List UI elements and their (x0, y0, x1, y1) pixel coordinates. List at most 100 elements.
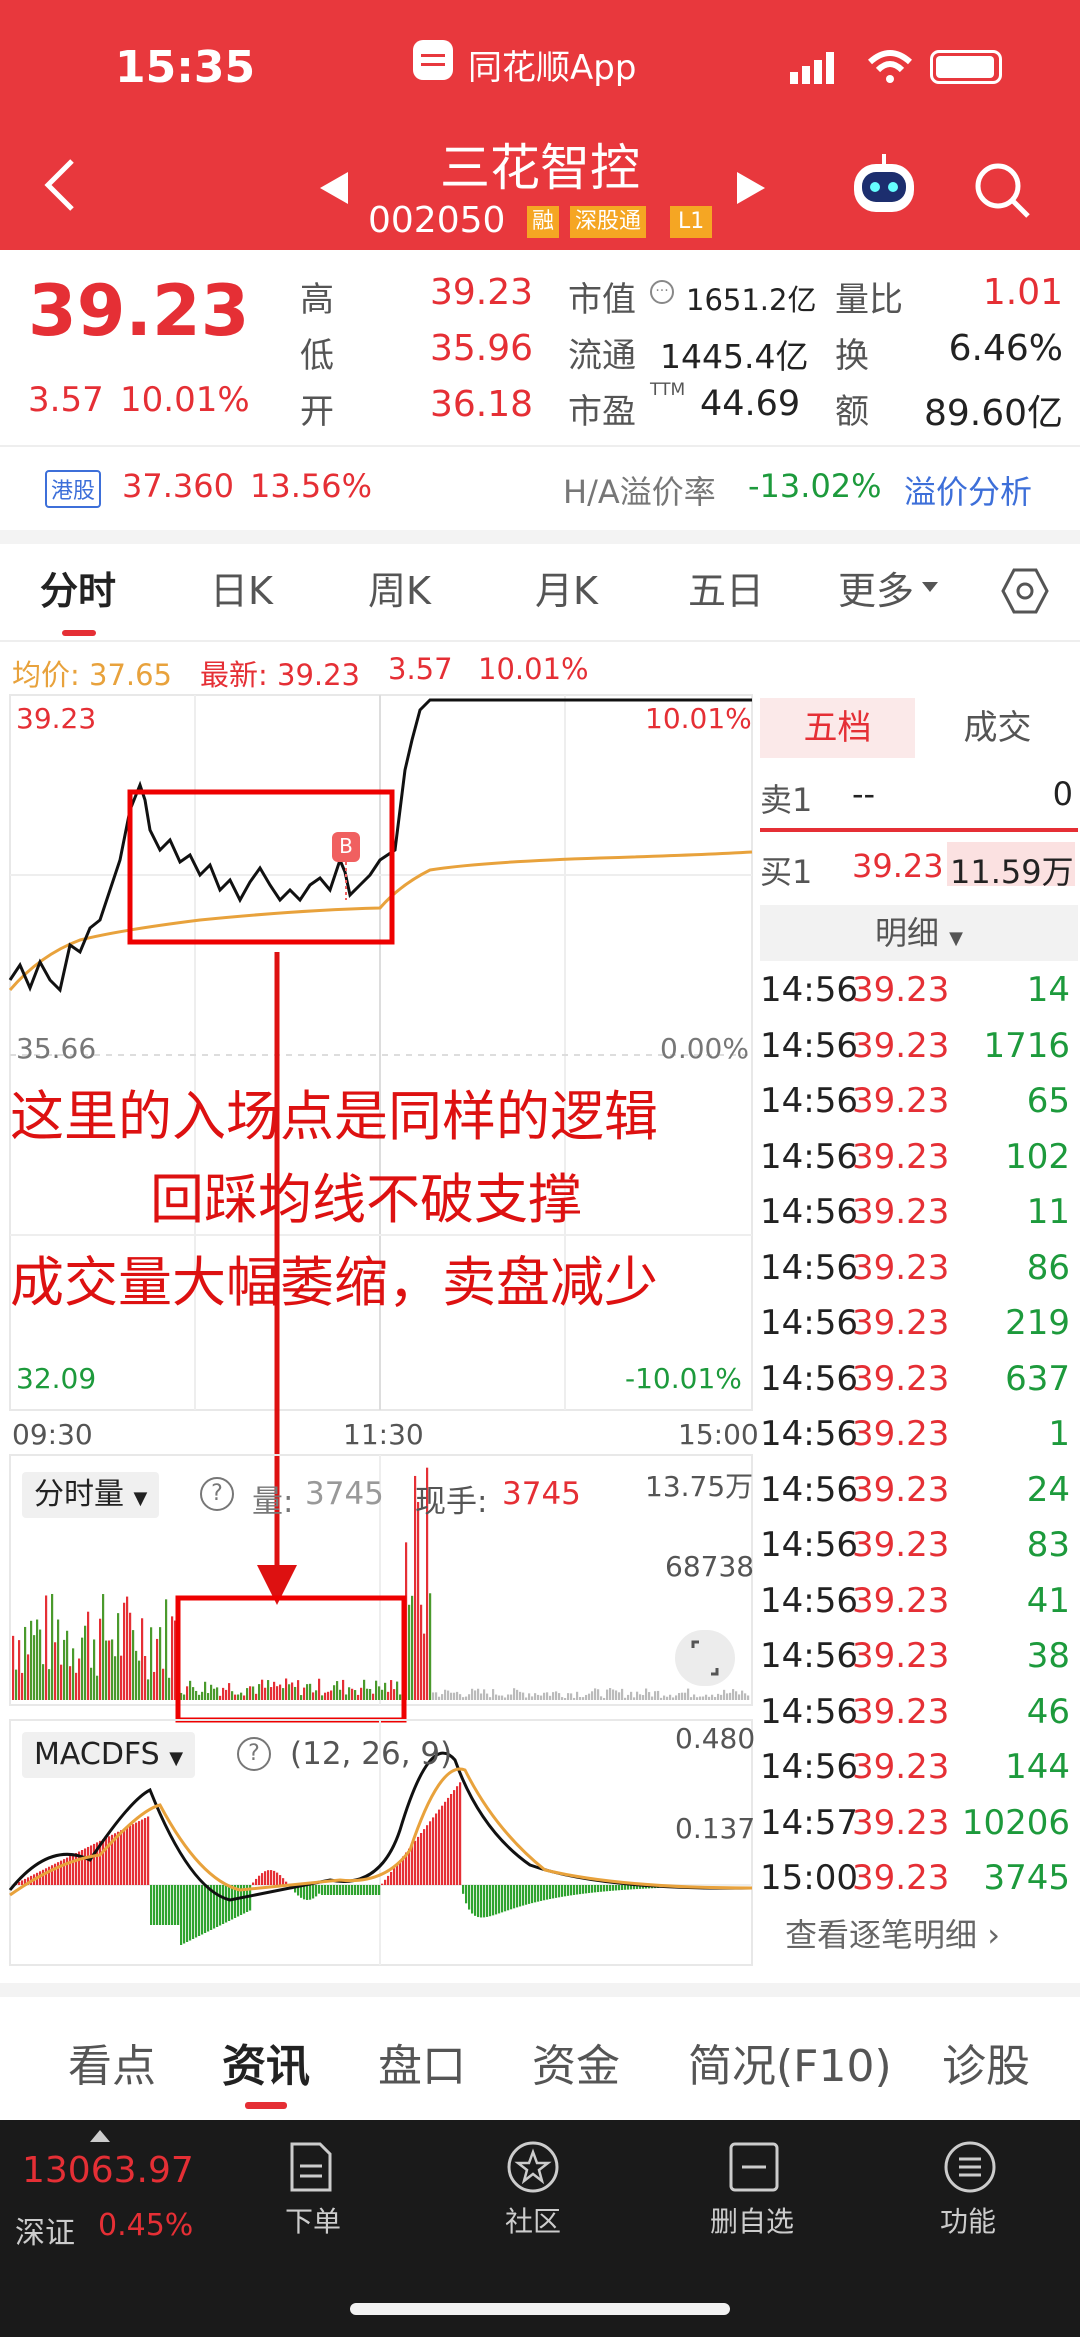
tab-diagnosis[interactable]: 诊股 (942, 2030, 1030, 2094)
volume-bar (288, 1684, 291, 1700)
tab-trades[interactable]: 成交 (920, 698, 1075, 758)
volume-bar (69, 1666, 72, 1700)
macd-bar (201, 1885, 204, 1935)
trade-price: 39.23 (852, 1802, 950, 1843)
trade-volume: 46 (1026, 1691, 1070, 1732)
index-value[interactable]: 13063.97 (22, 2150, 194, 2191)
macd-bar (336, 1885, 339, 1895)
expand-up-icon[interactable] (90, 2130, 110, 2142)
tab-funds[interactable]: 资金 (532, 2030, 620, 2094)
volume-bar (645, 1688, 648, 1700)
volume-bar (126, 1596, 129, 1700)
nav-functions-label[interactable]: 功能 (940, 2200, 996, 2240)
volume-bar (564, 1697, 567, 1700)
volume-bar (42, 1664, 45, 1700)
tab-five-levels[interactable]: 五档 (760, 698, 915, 758)
volume-bar (450, 1692, 453, 1700)
volume-bar (651, 1696, 654, 1700)
tab-more[interactable]: 更多 (838, 560, 914, 615)
volume-bar (573, 1697, 576, 1700)
macd-bar (225, 1885, 228, 1923)
detail-toggle[interactable]: 明细 ▼ (760, 905, 1078, 961)
macd-bar (165, 1885, 168, 1925)
help-icon[interactable]: ? (200, 1477, 234, 1511)
help-icon[interactable]: ? (237, 1737, 271, 1771)
trade-time: 14:56 (760, 1469, 858, 1510)
macd-bar (558, 1885, 561, 1898)
volume-bar (660, 1697, 663, 1700)
volume-bar (96, 1675, 99, 1700)
volume-bar (663, 1695, 666, 1700)
chart-settings-icon[interactable] (1000, 566, 1050, 620)
macd-bar (585, 1885, 588, 1894)
macd-bar (84, 1848, 87, 1885)
order-icon[interactable] (286, 2140, 336, 2198)
tab-order-book[interactable]: 盘口 (378, 2030, 466, 2094)
volume-bar (138, 1660, 141, 1700)
volume-bar (78, 1658, 81, 1700)
macd-bar (417, 1836, 420, 1885)
volume-bar (267, 1680, 270, 1700)
tab-monthly-k[interactable]: 月K (535, 560, 598, 615)
app-header: 15:35 同花顺App 三花智控 002050 融 深股通 L1 (0, 0, 1080, 250)
macd-selector[interactable]: MACDFS ▼ (22, 1732, 196, 1778)
volume-bar (696, 1697, 699, 1700)
axis-bottom-price: 32.09 (16, 1362, 97, 1395)
trade-volume: 65 (1026, 1081, 1070, 1121)
search-icon[interactable] (972, 160, 1032, 224)
volume-qty-label: 量: (252, 1484, 294, 1520)
macd-bar (414, 1840, 417, 1885)
volume-bar (144, 1655, 147, 1700)
volume-bar (108, 1640, 111, 1700)
volume-bar (105, 1640, 108, 1700)
trade-row: 14:56 39.23 65 (760, 1081, 1075, 1136)
prev-stock-icon[interactable] (318, 170, 350, 210)
volume-bar (444, 1689, 447, 1700)
trade-volume: 1 (1048, 1414, 1070, 1454)
macd-bar (306, 1885, 309, 1900)
nav-order-label[interactable]: 下单 (285, 2200, 341, 2240)
tab-news[interactable]: 资讯 (222, 2030, 310, 2094)
tab-profile[interactable]: 简况(F10) (688, 2030, 892, 2094)
trade-time: 14:56 (760, 1247, 858, 1288)
volume-bar (639, 1694, 642, 1700)
volume-bar (213, 1688, 216, 1700)
back-arrow-icon[interactable] (40, 155, 80, 219)
volume-bar (285, 1678, 288, 1700)
macd-bar (510, 1885, 513, 1910)
macd-bar (339, 1885, 342, 1895)
volume-bar (198, 1694, 201, 1700)
volume-bar (474, 1690, 477, 1700)
volume-bar (684, 1692, 687, 1700)
macd-bar (102, 1839, 105, 1885)
volume-bar (129, 1612, 132, 1700)
remove-watchlist-icon[interactable] (727, 2140, 781, 2198)
nav-remove-watchlist-label[interactable]: 删自选 (710, 2200, 794, 2240)
tab-five-day[interactable]: 五日 (688, 560, 764, 615)
nav-community-label[interactable]: 社区 (505, 2200, 561, 2240)
volume-bar (411, 1595, 414, 1700)
robot-assistant-icon[interactable] (850, 152, 918, 222)
trade-time: 14:56 (760, 1081, 858, 1121)
macd-bar (594, 1885, 597, 1893)
volume-bar (255, 1693, 258, 1700)
macd-bar (333, 1885, 336, 1895)
volume-selector[interactable]: 分时量 ▼ (22, 1472, 160, 1518)
community-icon[interactable] (505, 2140, 561, 2198)
tab-daily-k[interactable]: 日K (210, 560, 273, 615)
volume-bar (699, 1696, 702, 1700)
next-stock-icon[interactable] (735, 170, 767, 210)
menu-icon[interactable] (943, 2140, 997, 2198)
volume-bar (24, 1626, 27, 1700)
premium-analysis-link[interactable]: 溢价分析 (904, 467, 1032, 513)
trade-time: 14:56 (760, 970, 858, 1010)
avg-price-label: 均价: 37.65 (12, 658, 173, 692)
tab-weekly-k[interactable]: 周K (368, 560, 431, 615)
trade-detail-link[interactable]: 查看逐笔明细 › (785, 1910, 1000, 1956)
volume-bar (555, 1691, 558, 1700)
macd-bar (204, 1885, 207, 1933)
tab-highlights[interactable]: 看点 (68, 2030, 156, 2094)
tab-intraday[interactable]: 分时 (40, 560, 116, 615)
trade-volume: 144 (1005, 1747, 1070, 1787)
info-icon[interactable]: ··· (650, 280, 674, 304)
